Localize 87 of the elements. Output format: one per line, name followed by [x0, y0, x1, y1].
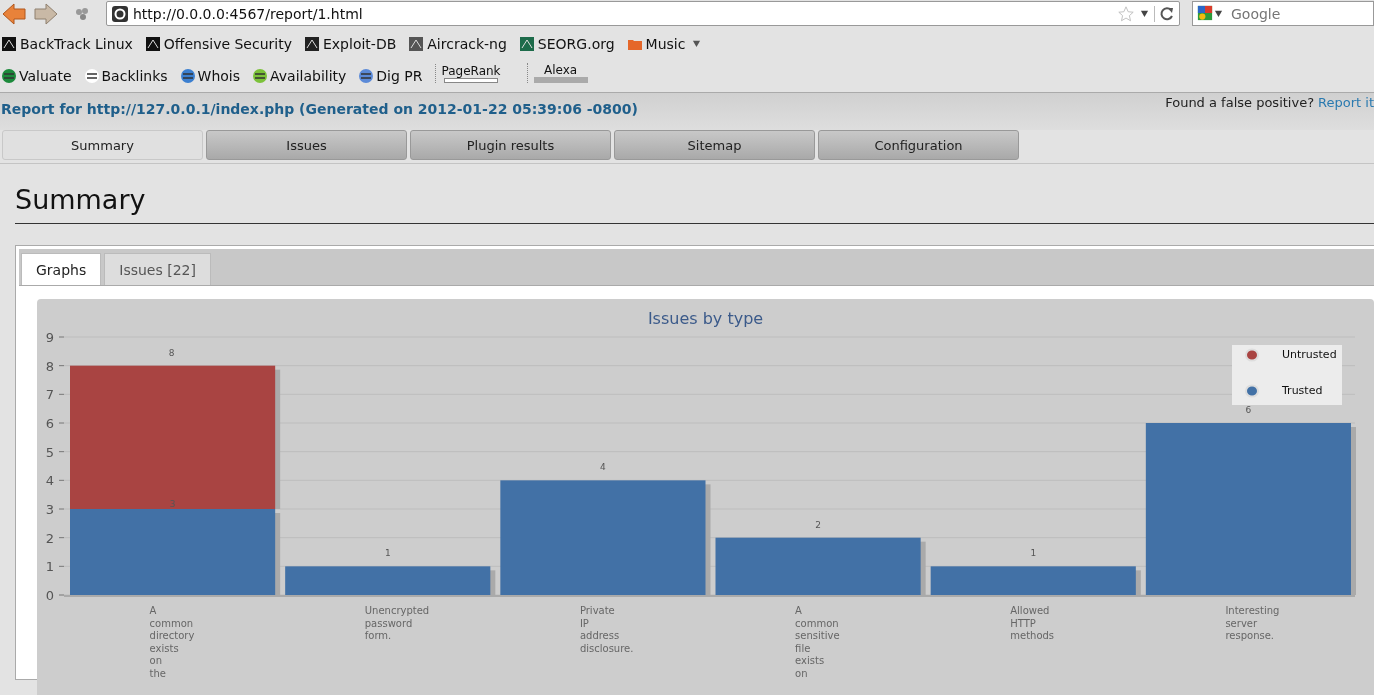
- panel-tab[interactable]: Issues [22]: [104, 253, 211, 285]
- nav-tab[interactable]: Configuration: [818, 130, 1019, 160]
- legend-label: Trusted: [1282, 384, 1323, 397]
- legend-label: Untrusted: [1282, 348, 1337, 361]
- y-tick: 8: [45, 358, 65, 374]
- address-bar[interactable]: http://0.0.0.0:4567/report/1.html: [106, 1, 1180, 26]
- bookmark-item[interactable]: SEORG.org: [518, 35, 615, 52]
- y-tick-label: 2: [45, 530, 54, 546]
- star-icon[interactable]: [1117, 4, 1135, 23]
- bookmark-item[interactable]: Music: [626, 35, 707, 52]
- y-tick: 1: [45, 559, 65, 575]
- page-heading: Summary: [15, 184, 1374, 224]
- category-label: Interesting server response.: [1225, 605, 1280, 641]
- toolbar-item[interactable]: Backlinks: [83, 68, 168, 84]
- toolbar-item[interactable]: Whois: [179, 68, 241, 84]
- search-field[interactable]: Google: [1192, 1, 1374, 26]
- y-tick: 7: [45, 387, 65, 403]
- y-tick-label: 9: [45, 330, 54, 345]
- value-label: 4: [600, 462, 606, 473]
- panel-tab[interactable]: Graphs: [21, 253, 102, 285]
- bookmark-item[interactable]: Aircrack-ng: [408, 35, 507, 52]
- false-positive-text: Found a false positive?: [1165, 95, 1315, 110]
- tool-icon: [358, 68, 375, 84]
- y-tick: 6: [45, 416, 65, 431]
- bookmark-icon: [144, 35, 161, 52]
- toolbar-item[interactable]: Dig PR: [358, 68, 423, 84]
- tool-label: Dig PR: [376, 68, 423, 84]
- report-title: Report for http://127.0.0.1/index.php (Generated on 2012-01-22 05:39:06 -0800): [1, 101, 639, 117]
- bookmark-icon: [408, 35, 425, 52]
- chart-title: Issues by type: [646, 308, 765, 329]
- y-tick: 2: [45, 530, 65, 546]
- y-tick: 3: [45, 502, 65, 517]
- back-icon[interactable]: [2, 2, 26, 25]
- y-tick-label: 8: [45, 358, 54, 374]
- bookmark-item[interactable]: Exploit-DB: [304, 35, 397, 52]
- value-label: 1: [384, 548, 391, 559]
- category-label: Allowed HTTP methods: [1010, 605, 1055, 641]
- meter-label[interactable]: Alexa: [544, 63, 578, 77]
- y-tick-label: 1: [45, 559, 54, 575]
- y-tick-label: 7: [45, 387, 54, 403]
- bookmark-icon: [304, 35, 320, 52]
- search-engine-icon[interactable]: [1197, 5, 1213, 21]
- nav-tab[interactable]: Plugin results: [410, 130, 611, 160]
- y-tick-label: 0: [45, 588, 54, 603]
- y-tick: 9: [45, 330, 65, 345]
- meter-label[interactable]: PageRank: [441, 63, 501, 78]
- tool-label: Valuate: [19, 68, 72, 84]
- category-label: A common directory exists on the: [149, 605, 195, 679]
- y-tick-label: 3: [45, 502, 54, 517]
- value-label: 1: [1030, 548, 1037, 559]
- value-label: 6: [1245, 405, 1252, 415]
- y-tick-label: 4: [45, 473, 54, 489]
- category-label: Unencrypted password form.: [364, 605, 430, 641]
- tool-label: Backlinks: [101, 68, 168, 84]
- nav-tab[interactable]: Sitemap: [614, 130, 815, 160]
- rank-meter: [533, 77, 588, 83]
- category-label: A common sensitive file exists on: [795, 605, 840, 679]
- tool-icon: [1, 68, 17, 84]
- tool-label: Availability: [270, 68, 347, 84]
- tool-label: Whois: [197, 68, 241, 84]
- bookmark-label: Aircrack-ng: [427, 35, 507, 52]
- site-icon: [111, 4, 129, 23]
- bookmark-icon: [518, 35, 535, 52]
- y-tick: 5: [45, 444, 65, 460]
- y-tick: 4: [45, 473, 65, 489]
- toolbar-item[interactable]: Valuate: [1, 68, 72, 84]
- nav-tab[interactable]: Summary: [2, 130, 203, 160]
- category-label: Private IP address disclosure.: [579, 605, 634, 654]
- nav-tab[interactable]: Issues: [206, 130, 407, 160]
- y-tick-label: 6: [45, 416, 54, 431]
- dots-icon[interactable]: [74, 5, 90, 22]
- tool-icon: [252, 68, 269, 84]
- tool-icon: [83, 68, 100, 84]
- value-label: 3: [169, 499, 176, 509]
- y-tick-label: 5: [45, 444, 54, 460]
- dropdown-icon[interactable]: [692, 39, 702, 48]
- bookmark-label: Music: [645, 35, 686, 52]
- toolbar-item[interactable]: Availability: [252, 68, 347, 84]
- dropdown-icon[interactable]: [1140, 9, 1149, 18]
- rank-meter: [444, 77, 499, 83]
- tool-icon: [179, 68, 196, 84]
- dropdown-icon[interactable]: [1214, 9, 1223, 18]
- value-label: 2: [815, 519, 821, 530]
- bookmark-label: SEORG.org: [537, 35, 615, 52]
- bookmark-label: Exploit-DB: [323, 35, 397, 52]
- y-tick: 0: [45, 588, 65, 603]
- value-label: 8: [168, 347, 175, 358]
